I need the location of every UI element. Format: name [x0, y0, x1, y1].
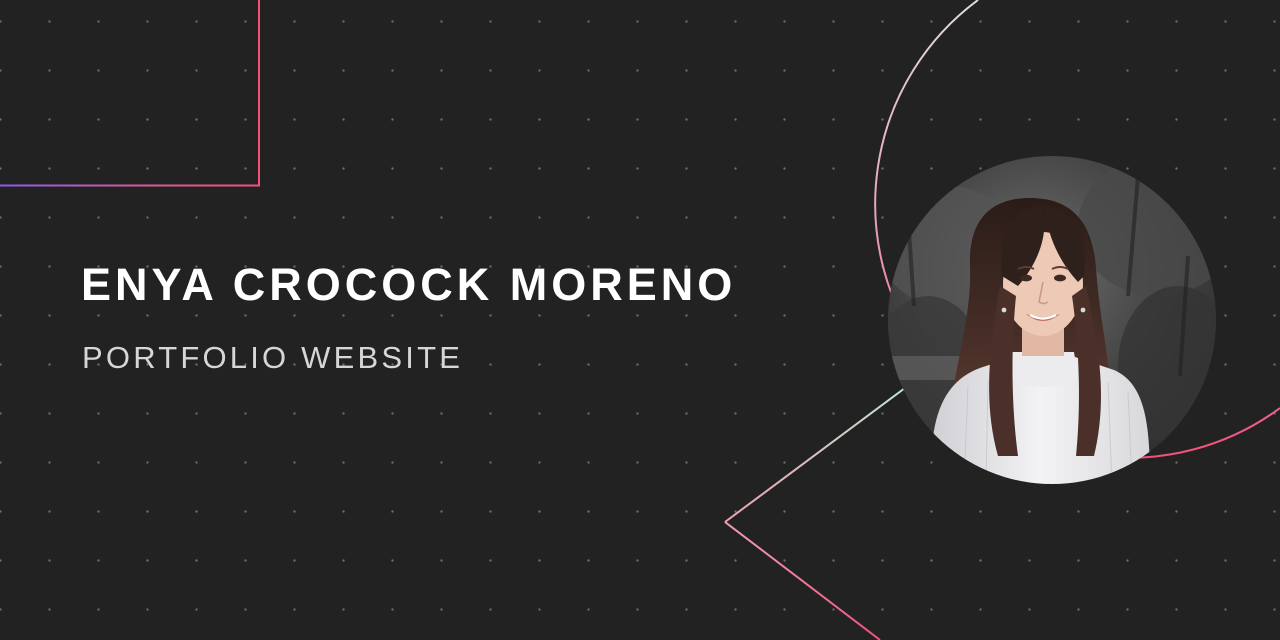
triangle-edge-lower	[724, 521, 881, 640]
page-subtitle: PORTFOLIO WEBSITE	[82, 340, 464, 375]
portrait-photo	[888, 156, 1216, 484]
hero-banner: ENYA CROCOCK MORENO PORTFOLIO WEBSITE	[0, 0, 1280, 640]
person-photo-icon	[888, 156, 1216, 484]
page-title: ENYA CROCOCK MORENO	[81, 259, 737, 310]
corner-bracket-line	[0, 0, 260, 187]
triangle-edge-upper	[724, 387, 906, 523]
